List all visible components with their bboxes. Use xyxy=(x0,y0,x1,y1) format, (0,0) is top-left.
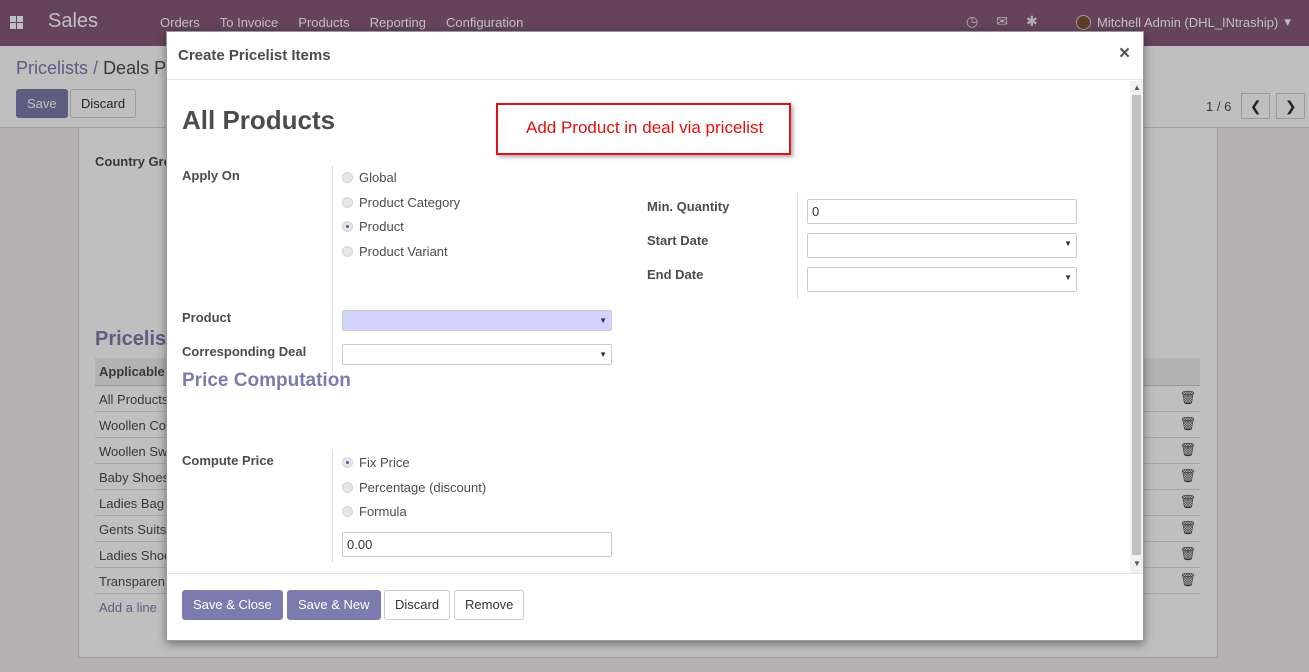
scroll-up-icon[interactable]: ▲ xyxy=(1133,83,1141,92)
radio-product-variant[interactable]: Product Variant xyxy=(342,244,448,259)
group-divider xyxy=(797,193,798,299)
modal-title: Create Pricelist Items xyxy=(178,47,331,64)
radio-product[interactable]: Product xyxy=(342,219,404,234)
start-date-label: Start Date xyxy=(647,233,709,248)
close-icon[interactable]: × xyxy=(1119,43,1130,65)
save-new-button[interactable]: Save & New xyxy=(287,590,381,620)
radio-button[interactable] xyxy=(342,197,353,208)
product-label: Product xyxy=(182,310,232,325)
modal-header: Create Pricelist Items × xyxy=(167,32,1143,80)
caret-down-icon: ▼ xyxy=(599,316,607,325)
discard-button[interactable]: Discard xyxy=(384,590,451,620)
scroll-down-icon[interactable]: ▼ xyxy=(1133,559,1141,568)
radio-percentage[interactable]: Percentage (discount) xyxy=(342,480,486,495)
group-divider xyxy=(332,307,333,372)
radio-button[interactable] xyxy=(342,506,353,517)
group-divider xyxy=(332,450,333,563)
create-pricelist-item-dialog: Create Pricelist Items × All Products Ad… xyxy=(166,31,1144,641)
corresponding-deal-select[interactable]: ▼ xyxy=(342,344,612,365)
caret-down-icon: ▼ xyxy=(1064,239,1072,248)
radio-product-category[interactable]: Product Category xyxy=(342,195,460,210)
radio-formula[interactable]: Formula xyxy=(342,504,407,519)
fixed-price-input[interactable]: 0.00 xyxy=(342,532,612,557)
remove-button[interactable]: Remove xyxy=(454,590,525,620)
radio-button[interactable] xyxy=(342,172,353,183)
annotation-callout: Add Product in deal via pricelist xyxy=(496,103,791,155)
price-computation-title: Price Computation xyxy=(182,370,351,391)
radio-button[interactable] xyxy=(342,246,353,257)
save-close-button[interactable]: Save & Close xyxy=(182,590,283,620)
compute-price-label: Compute Price xyxy=(182,453,274,468)
end-date-input[interactable]: ▼ xyxy=(807,267,1077,292)
modal-scrollbar[interactable]: ▲ ▼ xyxy=(1130,81,1143,573)
start-date-input[interactable]: ▼ xyxy=(807,233,1077,258)
modal-footer: Save & Close Save & New Discard Remove xyxy=(167,573,1143,641)
radio-button-checked[interactable] xyxy=(342,221,353,232)
radio-fix-price[interactable]: Fix Price xyxy=(342,455,410,470)
scroll-thumb[interactable] xyxy=(1132,95,1141,555)
corresponding-deal-label: Corresponding Deal xyxy=(182,344,307,359)
radio-global[interactable]: Global xyxy=(342,170,397,185)
min-quantity-label: Min. Quantity xyxy=(647,199,730,214)
record-title: All Products xyxy=(182,105,336,135)
end-date-label: End Date xyxy=(647,267,704,282)
modal-body: All Products Add Product in deal via pri… xyxy=(167,81,1143,573)
caret-down-icon: ▼ xyxy=(599,350,607,359)
radio-button[interactable] xyxy=(342,482,353,493)
min-quantity-input[interactable]: 0 xyxy=(807,199,1077,224)
radio-button-checked[interactable] xyxy=(342,457,353,468)
caret-down-icon: ▼ xyxy=(1064,273,1072,282)
apply-on-label: Apply On xyxy=(182,168,240,183)
product-select[interactable]: ▼ xyxy=(342,310,612,331)
